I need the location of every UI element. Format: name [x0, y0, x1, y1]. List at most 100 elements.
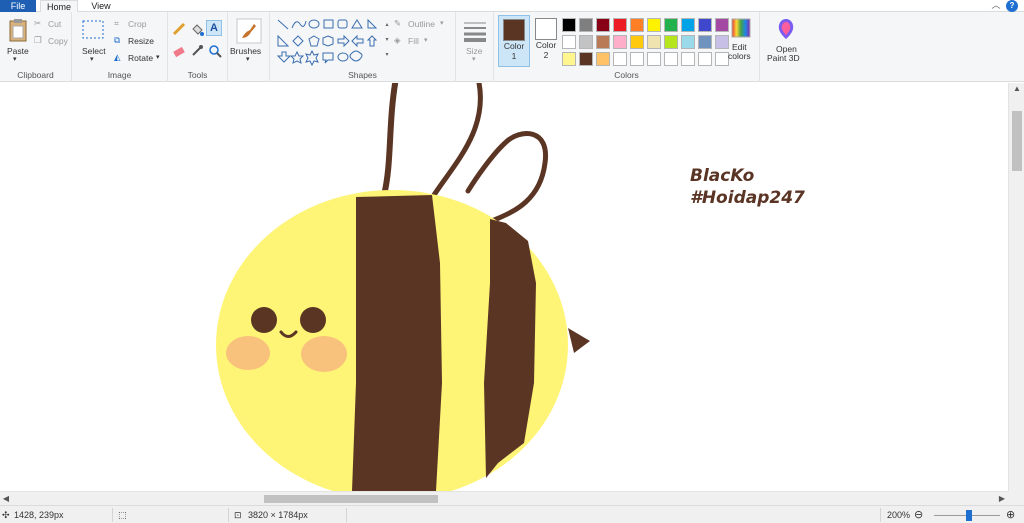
cut-button[interactable]: ✂ Cut [34, 18, 70, 30]
text-tool-icon[interactable]: A [206, 20, 222, 36]
zoom-in-icon[interactable]: ⊕ [1006, 508, 1015, 521]
horizontal-scrollbar[interactable]: ◀ ▶ [0, 491, 1008, 505]
rotate-button[interactable]: ◭ Rotate ▾ [114, 52, 166, 64]
cursor-position: 1428, 239px [14, 510, 64, 520]
menu-bar: File Home View ︿ ? [0, 0, 1024, 12]
tab-file[interactable]: File [0, 0, 36, 12]
palette-swatch[interactable] [681, 35, 695, 49]
cut-label: Cut [48, 19, 62, 29]
zoom-out-icon[interactable]: ⊖ [914, 508, 923, 521]
rotate-icon: ◭ [114, 52, 121, 62]
palette-swatch[interactable] [596, 18, 610, 32]
outline-icon: ✎ [394, 18, 402, 28]
zoom-level: 200% [887, 510, 911, 520]
palette-swatch[interactable] [681, 18, 695, 32]
status-divider [346, 508, 347, 522]
palette-swatch[interactable] [698, 52, 712, 66]
fill-bucket-icon[interactable] [190, 22, 204, 36]
resize-button[interactable]: ⧉ Resize [114, 35, 166, 47]
drawing-canvas[interactable]: BlacKo #Hoidap247 [0, 83, 1008, 491]
open-paint3d-button[interactable]: Open Paint 3D [764, 16, 806, 68]
palette-swatch[interactable] [630, 18, 644, 32]
color2-label: Color [535, 40, 557, 50]
color1-button[interactable]: Color 1 [498, 15, 530, 67]
palette-swatch[interactable] [579, 18, 593, 32]
fill-button[interactable]: ◈ Fill ▾ [394, 35, 454, 47]
status-divider [112, 508, 113, 522]
paint3d-icon [778, 19, 794, 39]
brushes-button[interactable]: Brushes ▾ [230, 16, 268, 68]
cursor-position-icon: ✣ [2, 510, 10, 520]
palette-swatch[interactable] [562, 18, 576, 32]
palette-swatch[interactable] [698, 35, 712, 49]
bee-stripe-1 [352, 195, 442, 491]
palette-swatch[interactable] [579, 52, 593, 66]
palette-swatch[interactable] [647, 18, 661, 32]
paste-button[interactable]: Paste ▾ [2, 14, 32, 68]
palette-swatch[interactable] [664, 18, 678, 32]
select-button[interactable]: Select ▾ [78, 16, 108, 68]
paintbrush-icon [236, 18, 262, 44]
group-image: Select ▾ ⌗ Crop ⧉ Resize ◭ Rotate ▾ Imag… [72, 12, 168, 82]
palette-swatch[interactable] [596, 35, 610, 49]
palette-swatch[interactable] [630, 52, 644, 66]
image-size: 3820 × 1784px [248, 510, 308, 520]
eraser-icon[interactable] [172, 44, 186, 58]
vertical-scroll-thumb[interactable] [1012, 111, 1022, 171]
color1-swatch [503, 19, 525, 41]
palette-swatch[interactable] [664, 35, 678, 49]
palette-swatch[interactable] [664, 52, 678, 66]
palette-swatch[interactable] [613, 35, 627, 49]
size-button[interactable]: Size ▾ [460, 16, 490, 68]
zoom-slider-thumb[interactable] [966, 510, 972, 521]
magnifier-icon[interactable] [208, 44, 222, 58]
bee-drawing [216, 83, 590, 491]
help-icon[interactable]: ? [1006, 0, 1018, 12]
palette-swatch[interactable] [613, 52, 627, 66]
paint3d-label2: Paint 3D [767, 53, 800, 63]
edit-colors-button[interactable]: Edit colors [726, 16, 756, 68]
palette-swatch[interactable] [647, 52, 661, 66]
tab-view[interactable]: View [84, 0, 118, 12]
bee-stinger [568, 328, 590, 353]
outline-label: Outline [408, 19, 435, 29]
status-divider [228, 508, 229, 522]
image-group-label: Image [107, 70, 132, 80]
palette-swatch[interactable] [596, 52, 610, 66]
outline-button[interactable]: ✎ Outline ▾ [394, 18, 454, 30]
color2-number: 2 [543, 50, 549, 60]
scroll-up-icon[interactable]: ▲ [1009, 83, 1024, 95]
copy-button[interactable]: ❐ Copy [34, 35, 70, 47]
palette-swatch[interactable] [562, 35, 576, 49]
color-picker-icon[interactable] [190, 44, 204, 58]
horizontal-scroll-thumb[interactable] [264, 495, 438, 503]
select-rectangle-icon [82, 20, 104, 39]
pencil-icon[interactable] [172, 22, 186, 36]
palette-swatch[interactable] [647, 35, 661, 49]
vertical-scrollbar[interactable]: ▲ [1008, 83, 1024, 491]
line-size-icon [464, 22, 486, 42]
palette-swatch[interactable] [562, 52, 576, 66]
shapes-gallery[interactable] [276, 18, 382, 66]
palette-swatch[interactable] [613, 18, 627, 32]
color2-swatch [535, 18, 557, 40]
chevron-down-icon: ▾ [440, 20, 444, 27]
palette-swatch[interactable] [698, 18, 712, 32]
crop-icon: ⌗ [114, 18, 119, 28]
scroll-right-icon[interactable]: ▶ [996, 492, 1008, 506]
signature-line1: BlacKo [690, 166, 755, 186]
palette-swatch[interactable] [630, 35, 644, 49]
palette-swatch[interactable] [579, 35, 593, 49]
crop-button[interactable]: ⌗ Crop [114, 18, 166, 30]
tab-home[interactable]: Home [40, 0, 78, 12]
chevron-down-icon: ▾ [472, 56, 476, 63]
bee-eye-left [251, 307, 277, 333]
fill-label: Fill [408, 36, 419, 46]
collapse-ribbon-icon[interactable]: ︿ [990, 0, 1002, 12]
shapes-scroll-icon[interactable]: ▴ ▾ ▾ [384, 18, 390, 64]
color2-button[interactable]: Color 2 [530, 15, 562, 67]
scroll-left-icon[interactable]: ◀ [0, 492, 12, 506]
ribbon: Paste ▾ ✂ Cut ❐ Copy Clipboard Select ▾ … [0, 12, 1024, 82]
palette-swatch[interactable] [681, 52, 695, 66]
group-colors: Color 1 Color 2 Edit colors Colors [494, 12, 760, 82]
